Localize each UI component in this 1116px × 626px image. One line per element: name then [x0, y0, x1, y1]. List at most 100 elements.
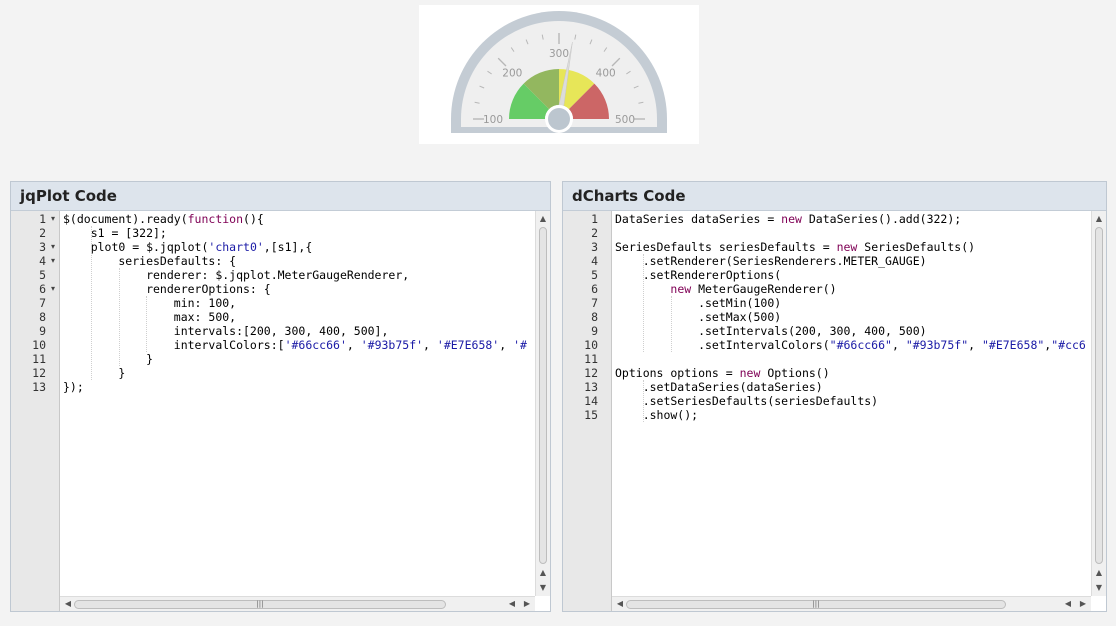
- line-number: 9: [39, 324, 46, 338]
- indent-guide: [118, 268, 120, 366]
- line-number: 10: [584, 338, 598, 352]
- meter-gauge-svg: 100 200 300 400 500: [451, 11, 667, 133]
- code-line: Options options = new Options(): [615, 366, 830, 380]
- jqplot-code-panel: jqPlot Code 1 ▾ 2 3 ▾ 4 ▾ 5 6 ▾ 7 8 9 10 11 12 13 $(docu…: [10, 181, 551, 612]
- code-line: .setMin(100): [615, 296, 782, 310]
- scroll-up-icon[interactable]: ▲: [536, 566, 550, 580]
- line-number: 1: [591, 212, 598, 226]
- code-line: new MeterGaugeRenderer(): [670, 282, 837, 296]
- scroll-right-icon[interactable]: ▶: [520, 597, 534, 611]
- scroll-grip-icon: |||: [812, 600, 820, 608]
- scroll-up-icon[interactable]: ▲: [1092, 566, 1106, 580]
- line-number: 8: [591, 310, 598, 324]
- fold-arrow-icon[interactable]: ▾: [49, 254, 57, 268]
- meter-gauge-chart: 100 200 300 400 500: [419, 5, 699, 144]
- line-number: 6: [591, 282, 598, 296]
- horizontal-scrollbar[interactable]: ◀ ||| ◀ ▶: [612, 596, 1091, 611]
- scroll-right-icon[interactable]: ▶: [1076, 597, 1090, 611]
- line-number: 10: [32, 338, 46, 352]
- scroll-left-icon[interactable]: ◀: [505, 597, 519, 611]
- scroll-left-icon[interactable]: ◀: [61, 597, 75, 611]
- line-number: 3: [591, 240, 598, 254]
- gauge-hub: [548, 108, 570, 130]
- gauge-tick-label: 300: [549, 48, 569, 60]
- code-line: SeriesDefaults seriesDefaults = new Seri…: [615, 240, 976, 254]
- code-text-area[interactable]: $(document).ready(function(){ s1 = [322]…: [60, 211, 535, 596]
- code-line: .setIntervals(200, 300, 400, 500): [615, 324, 927, 338]
- panel-title: dCharts Code: [563, 182, 1106, 211]
- code-line: max: 500,: [63, 310, 237, 324]
- dcharts-code-panel: dCharts Code 1 2 3 4 5 6 7 8 9 10 11 12 13 14 15 DataS…: [562, 181, 1107, 612]
- line-number: 4: [591, 254, 598, 268]
- gauge-tick-label: 200: [502, 67, 522, 79]
- scroll-left-icon[interactable]: ◀: [1061, 597, 1075, 611]
- scrollbar-thumb[interactable]: |||: [74, 600, 446, 609]
- scroll-up-icon[interactable]: ▲: [536, 212, 550, 226]
- scroll-up-icon[interactable]: ▲: [1092, 212, 1106, 226]
- code-line: .setDataSeries(dataSeries): [615, 380, 823, 394]
- code-line: s1 = [322];: [63, 226, 167, 240]
- line-number-gutter: 1 2 3 4 5 6 7 8 9 10 11 12 13 14 15: [563, 211, 612, 611]
- indent-guide: [642, 380, 644, 422]
- line-number: 12: [32, 366, 46, 380]
- gauge-tick-label: 500: [615, 114, 635, 126]
- indent-guide: [642, 254, 644, 352]
- line-number: 2: [591, 226, 598, 240]
- scroll-down-icon[interactable]: ▼: [1092, 581, 1106, 595]
- code-line: .setSeriesDefaults(seriesDefaults): [615, 394, 879, 408]
- fold-arrow-icon[interactable]: ▾: [49, 282, 57, 296]
- line-number-gutter: 1 ▾ 2 3 ▾ 4 ▾ 5 6 ▾ 7 8 9 10 11 12 13: [11, 211, 60, 611]
- code-line: }: [63, 352, 154, 366]
- line-number: 14: [584, 394, 598, 408]
- scrollbar-corner: [535, 596, 550, 611]
- gauge-tick-label: 100: [483, 114, 503, 126]
- line-number: 12: [584, 366, 598, 380]
- indent-guide: [146, 296, 148, 352]
- panel-title: jqPlot Code: [11, 182, 550, 211]
- horizontal-scrollbar[interactable]: ◀ ||| ◀ ▶: [60, 596, 535, 611]
- scroll-grip-icon: |||: [256, 600, 264, 608]
- line-number: 2: [39, 226, 46, 240]
- code-line: renderer: $.jqplot.MeterGaugeRenderer,: [63, 268, 410, 282]
- scroll-down-icon[interactable]: ▼: [536, 581, 550, 595]
- code-line: intervals:[200, 300, 400, 500],: [63, 324, 389, 338]
- vertical-scrollbar[interactable]: ▲ ▲ ▼: [1091, 211, 1106, 596]
- line-number: 8: [39, 310, 46, 324]
- line-number: 13: [584, 380, 598, 394]
- indent-guide: [670, 296, 672, 352]
- code-line: min: 100,: [63, 296, 237, 310]
- fold-arrow-icon[interactable]: ▾: [49, 212, 57, 226]
- line-number: 11: [32, 352, 46, 366]
- code-line: .setRendererOptions(: [615, 268, 782, 282]
- line-number: 6: [39, 282, 46, 296]
- code-editor[interactable]: 1 ▾ 2 3 ▾ 4 ▾ 5 6 ▾ 7 8 9 10 11 12 13 $(document).ready(…: [11, 211, 550, 611]
- line-number: 1: [39, 212, 46, 226]
- code-line: DataSeries dataSeries = new DataSeries()…: [615, 212, 962, 226]
- code-line: .setIntervalColors("#66cc66", "#93b75f",…: [615, 338, 1086, 352]
- line-number: 7: [591, 296, 598, 310]
- scrollbar-corner: [1091, 596, 1106, 611]
- code-text-area[interactable]: DataSeries dataSeries = new DataSeries()…: [612, 211, 1091, 596]
- code-line: seriesDefaults: {: [63, 254, 237, 268]
- line-number: 5: [39, 268, 46, 282]
- code-line: plot0 = $.jqplot('chart0',[s1],{: [63, 240, 313, 254]
- line-number: 9: [591, 324, 598, 338]
- line-number: 7: [39, 296, 46, 310]
- scrollbar-thumb[interactable]: |||: [626, 600, 1006, 609]
- line-number: 15: [584, 408, 598, 422]
- vertical-scrollbar[interactable]: ▲ ▲ ▼: [535, 211, 550, 596]
- fold-arrow-icon[interactable]: ▾: [49, 240, 57, 254]
- scroll-left-icon[interactable]: ◀: [613, 597, 627, 611]
- code-line: });: [63, 380, 84, 394]
- code-line: rendererOptions: {: [63, 282, 271, 296]
- code-editor[interactable]: 1 2 3 4 5 6 7 8 9 10 11 12 13 14 15 DataSeries dataSer…: [563, 211, 1106, 611]
- code-line: .setRenderer(SeriesRenderers.METER_GAUGE…: [615, 254, 927, 268]
- line-number: 11: [584, 352, 598, 366]
- code-line: $(document).ready(function(){: [63, 212, 264, 226]
- gauge-tick-label: 400: [596, 67, 616, 79]
- code-line: intervalColors:['#66cc66', '#93b75f', '#…: [63, 338, 527, 352]
- code-line: .setMax(500): [615, 310, 782, 324]
- scrollbar-thumb[interactable]: [1095, 227, 1103, 564]
- scrollbar-thumb[interactable]: [539, 227, 547, 564]
- line-number: 13: [32, 380, 46, 394]
